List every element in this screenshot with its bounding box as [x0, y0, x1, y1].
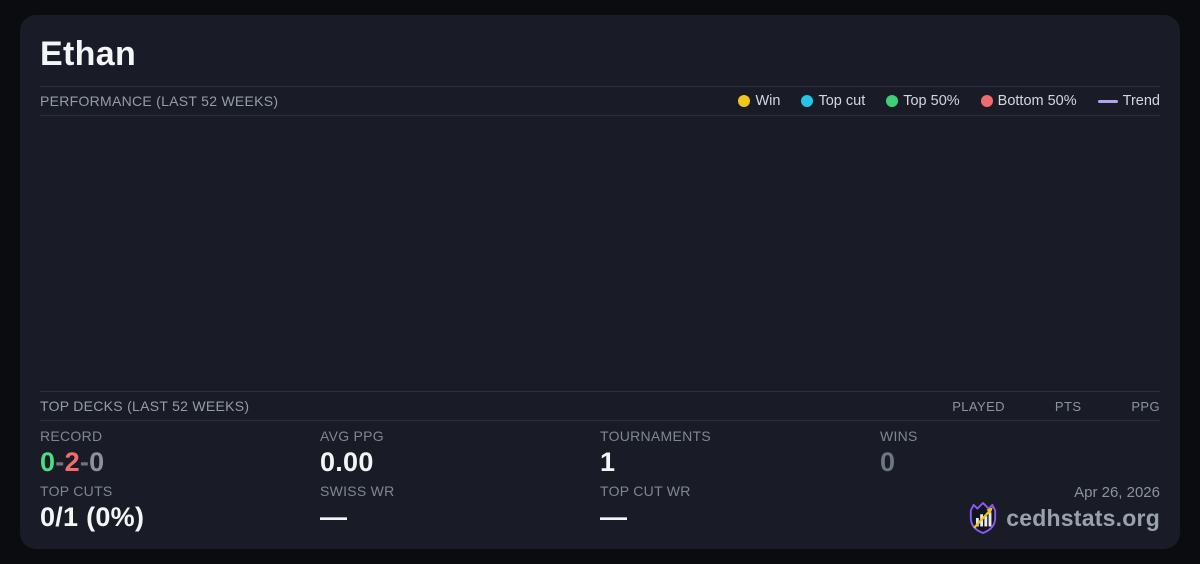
- stat-swiss-wr-value: —: [320, 502, 600, 533]
- stat-record-label: RECORD: [40, 428, 320, 444]
- performance-chart: [40, 116, 1160, 391]
- win-dot-icon: [738, 95, 750, 107]
- legend-label: Top cut: [818, 93, 865, 109]
- stat-top-cut-wr-value: —: [600, 502, 880, 533]
- stats-grid: RECORD 0-2-0 AVG PPG 0.00 TOURNAMENTS 1 …: [40, 428, 1160, 535]
- record-wins: 0: [40, 447, 55, 477]
- stat-record-value: 0-2-0: [40, 447, 320, 478]
- page-title: Ethan: [40, 36, 1160, 73]
- performance-header: PERFORMANCE (LAST 52 WEEKS) Win Top cut …: [40, 86, 1160, 116]
- chart-legend: Win Top cut Top 50% Bottom 50% Trend: [738, 93, 1160, 109]
- stat-tournaments: TOURNAMENTS 1: [600, 428, 880, 480]
- stat-tournaments-value: 1: [600, 447, 880, 478]
- legend-item-win: Win: [738, 93, 780, 109]
- legend-label: Win: [755, 93, 780, 109]
- top-decks-columns: PLAYED PTS PPG: [952, 399, 1160, 414]
- bottom-50-dot-icon: [981, 95, 993, 107]
- legend-label: Bottom 50%: [998, 93, 1077, 109]
- record-draws: 0: [89, 447, 104, 477]
- stat-top-cuts-label: TOP CUTS: [40, 483, 320, 499]
- stat-record: RECORD 0-2-0: [40, 428, 320, 480]
- top-decks-header: TOP DECKS (LAST 52 WEEKS) PLAYED PTS PPG: [40, 391, 1160, 421]
- column-played: PLAYED: [952, 399, 1005, 414]
- top-50-dot-icon: [886, 95, 898, 107]
- stat-top-cuts: TOP CUTS 0/1 (0%): [40, 483, 320, 535]
- legend-item-top-cut: Top cut: [801, 93, 865, 109]
- column-ppg: PPG: [1131, 399, 1160, 414]
- stat-top-cut-wr-label: TOP CUT WR: [600, 483, 880, 499]
- cedhstats-logo-icon: [968, 501, 998, 535]
- stat-swiss-wr-label: SWISS WR: [320, 483, 600, 499]
- legend-label: Trend: [1123, 93, 1160, 109]
- player-stats-card: Ethan PERFORMANCE (LAST 52 WEEKS) Win To…: [20, 15, 1180, 549]
- stat-wins-value: 0: [880, 447, 1160, 478]
- legend-label: Top 50%: [903, 93, 959, 109]
- stat-top-cuts-value: 0/1 (0%): [40, 502, 320, 533]
- top-cut-dot-icon: [801, 95, 813, 107]
- stat-tournaments-label: TOURNAMENTS: [600, 428, 880, 444]
- trend-line-icon: [1098, 100, 1118, 103]
- brand-name: cedhstats.org: [1006, 505, 1160, 532]
- legend-item-top-50: Top 50%: [886, 93, 959, 109]
- stat-avg-ppg: AVG PPG 0.00: [320, 428, 600, 480]
- record-separator: -: [55, 447, 64, 477]
- stat-swiss-wr: SWISS WR —: [320, 483, 600, 535]
- stat-wins-label: WINS: [880, 428, 1160, 444]
- column-pts: PTS: [1055, 399, 1081, 414]
- legend-item-trend: Trend: [1098, 93, 1160, 109]
- branding-block: Apr 26, 2026 cedhstats.org: [880, 483, 1160, 535]
- stat-avg-ppg-value: 0.00: [320, 447, 600, 478]
- legend-item-bottom-50: Bottom 50%: [981, 93, 1077, 109]
- stat-avg-ppg-label: AVG PPG: [320, 428, 600, 444]
- top-decks-heading: TOP DECKS (LAST 52 WEEKS): [40, 398, 249, 414]
- stat-top-cut-wr: TOP CUT WR —: [600, 483, 880, 535]
- report-date: Apr 26, 2026: [1074, 484, 1160, 501]
- brand-row: cedhstats.org: [968, 501, 1160, 535]
- stat-wins: WINS 0: [880, 428, 1160, 480]
- performance-heading: PERFORMANCE (LAST 52 WEEKS): [40, 93, 278, 109]
- record-losses: 2: [65, 447, 80, 477]
- record-separator: -: [80, 447, 89, 477]
